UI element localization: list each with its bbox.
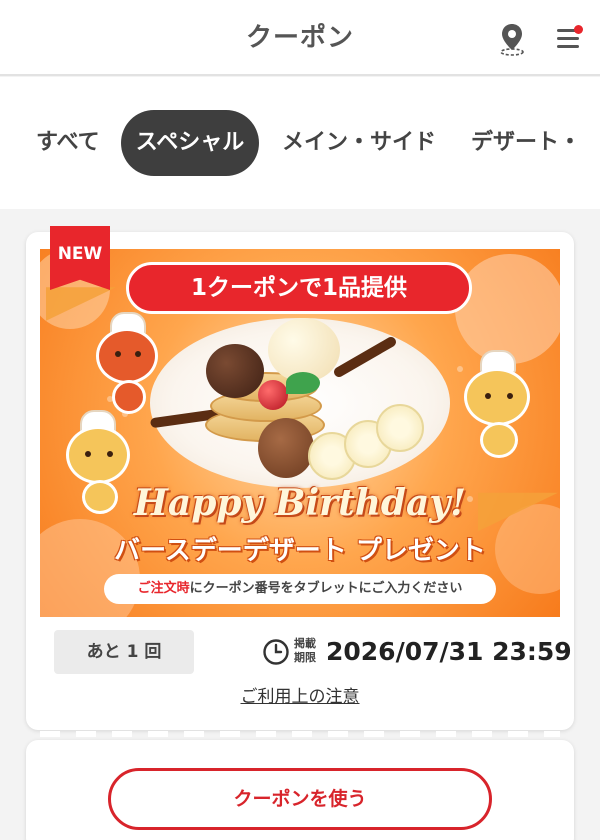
map-pin-button[interactable] xyxy=(492,18,532,58)
usage-notes-link[interactable]: ご利用上の注意 xyxy=(0,682,600,707)
tab-dessert[interactable]: デザート・ xyxy=(471,110,581,176)
category-tabs: すべて スペシャル メイン・サイド デザート・ xyxy=(0,77,600,209)
map-pin-icon xyxy=(500,24,524,56)
banana-slice xyxy=(376,404,424,452)
menu-button[interactable] xyxy=(548,18,588,58)
banner-note-highlight: ご注文時 xyxy=(137,581,190,596)
remaining-uses-badge: あと 1 回 xyxy=(54,630,194,674)
clock-icon xyxy=(262,638,290,666)
tab-main-side[interactable]: メイン・サイド xyxy=(282,110,436,176)
perforation-divider xyxy=(40,731,560,737)
hamburger-menu-icon xyxy=(557,29,579,48)
yellow-cat-mascot-body xyxy=(480,422,518,458)
use-coupon-button[interactable]: クーポンを使う xyxy=(108,768,492,830)
tab-special[interactable]: スペシャル xyxy=(121,110,259,176)
tab-all[interactable]: すべて xyxy=(36,110,100,176)
banner-subtitle: バースデーデザート プレゼント xyxy=(114,536,486,566)
banner-script-title: Happy Birthday! xyxy=(133,482,467,524)
banner-headline: 1クーポンで1品提供 xyxy=(126,262,472,314)
red-cat-mascot-body xyxy=(112,380,146,414)
banner-note: ご注文時にクーポン番号をタブレットにご入力ください xyxy=(104,574,496,604)
raspberry xyxy=(258,380,288,410)
expiry-date: 2026/07/31 23:59 xyxy=(326,637,572,666)
mint-leaf xyxy=(286,372,320,394)
yellow-cat-mascot xyxy=(66,426,130,484)
banner-note-text: にクーポン番号をタブレットにご入力ください xyxy=(189,581,463,596)
expiry-label: 掲載期限 xyxy=(294,637,316,664)
chocolate-ice-cream xyxy=(206,344,264,398)
notification-dot xyxy=(574,25,583,34)
yellow-cat-mascot xyxy=(464,368,530,426)
chocolate-sauce xyxy=(258,418,314,478)
red-cat-mascot xyxy=(96,328,158,384)
